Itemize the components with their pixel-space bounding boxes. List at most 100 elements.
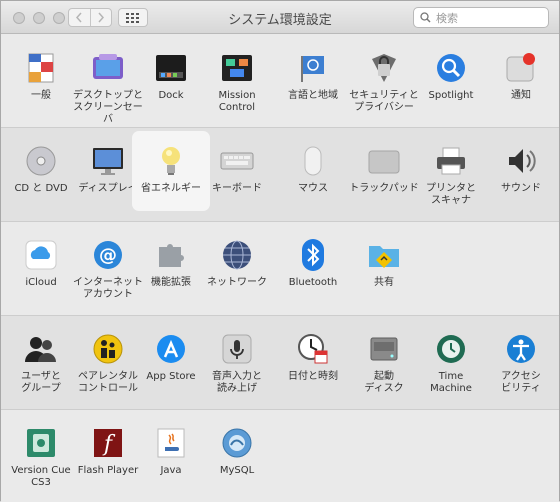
section-divider [1, 315, 559, 316]
pref-pane-label: Time Machine [430, 371, 472, 394]
section-divider [1, 409, 559, 410]
pref-pane-label: Spotlight [428, 90, 474, 101]
section-divider [1, 127, 559, 128]
zoom-window-button[interactable] [53, 12, 65, 24]
pref-pane-label: 共有 [374, 277, 394, 288]
pref-pane-label: Java [160, 465, 182, 476]
spotlight-icon [434, 51, 468, 85]
pref-pane-dictation-speech[interactable]: 音声入力と 読み上げ [199, 332, 275, 395]
pref-pane-printer[interactable]: プリンタと スキャナ [413, 144, 489, 207]
pref-pane-label: 機能拡張 [151, 277, 191, 288]
display-icon [91, 144, 125, 178]
preferences-section: ユーザと グループ ペアレンタル コントロール App Store 音声入力と 読み上… [1, 315, 559, 409]
sound-icon [504, 144, 538, 178]
pref-pane-bluetooth[interactable]: Bluetooth [275, 238, 351, 289]
pref-pane-label: MySQL [219, 465, 255, 476]
pref-pane-startup-disk[interactable]: 起動 ディスク [346, 332, 422, 395]
pref-pane-label: 起動 ディスク [364, 371, 404, 394]
pref-pane-users-groups[interactable]: ユーザと グループ [3, 332, 79, 395]
pref-pane-extensions[interactable]: 機能拡張 [133, 238, 209, 289]
pref-pane-mission-control[interactable]: Mission Control [199, 51, 275, 114]
show-all-button[interactable] [118, 8, 148, 27]
minimize-window-button[interactable] [33, 12, 45, 24]
pref-pane-label: 言語と地域 [288, 90, 338, 101]
pref-pane-app-store[interactable]: App Store [133, 332, 209, 383]
pref-pane-mysql[interactable]: MySQL [199, 426, 275, 477]
security-icon [367, 51, 401, 85]
pref-pane-dock[interactable]: Dock [133, 51, 209, 102]
sharing-icon [367, 238, 401, 272]
svg-text:@: @ [99, 245, 117, 266]
pref-pane-label: Bluetooth [288, 277, 338, 288]
section-divider [1, 221, 559, 222]
extensions-icon [154, 238, 188, 272]
pref-pane-icloud[interactable]: iCloud [3, 238, 79, 289]
back-button[interactable] [69, 9, 90, 26]
pref-pane-trackpad[interactable]: トラックパッド [346, 144, 422, 195]
pref-pane-label: サウンド [501, 183, 541, 194]
pref-pane-accessibility[interactable]: アクセシ ビリティ [483, 332, 559, 395]
pref-pane-label: 一般 [31, 90, 51, 101]
pref-pane-label: App Store [146, 371, 196, 382]
pref-pane-label: 日付と時刻 [288, 371, 338, 382]
pref-pane-label: ユーザと グループ [21, 371, 61, 394]
dictation-speech-icon [220, 332, 254, 366]
pref-pane-label: 通知 [511, 90, 531, 101]
search-field[interactable]: 検索 [413, 7, 549, 28]
pref-pane-cd-dvd[interactable]: CD と DVD [3, 144, 79, 195]
pref-pane-label: CD と DVD [14, 183, 68, 194]
pref-pane-label: 省エネルギー [141, 183, 201, 194]
system-preferences-window: システム環境設定 検索 一般 デスクトップと スクリーンセーバ Dock Missio… [0, 0, 560, 502]
title-bar: システム環境設定 検索 [1, 1, 559, 34]
mission-control-icon [220, 51, 254, 85]
parental-controls-icon [91, 332, 125, 366]
pref-pane-energy-saver[interactable]: 省エネルギー [133, 144, 209, 195]
preferences-section: CD と DVD ディスプレイ 省エネルギー キーボード マウス トラックパッド プリンタと… [1, 127, 559, 221]
preferences-section: iCloud @ インターネット アカウント 機能拡張 ネットワーク Bluetooth 共… [1, 221, 559, 315]
time-machine-icon [434, 332, 468, 366]
chevron-left-icon [76, 12, 82, 23]
pref-pane-label: 音声入力と 読み上げ [212, 371, 262, 394]
flash-player-icon: f [91, 426, 125, 460]
pref-pane-mouse[interactable]: マウス [275, 144, 351, 195]
pref-pane-security[interactable]: セキュリティと プライバシー [346, 51, 422, 114]
pref-pane-language-region[interactable]: 言語と地域 [275, 51, 351, 102]
pref-pane-label: iCloud [25, 277, 57, 288]
pref-pane-general[interactable]: 一般 [3, 51, 79, 102]
pref-pane-version-cue[interactable]: Version Cue CS3 [3, 426, 79, 489]
pref-pane-spotlight[interactable]: Spotlight [413, 51, 489, 102]
app-store-icon [154, 332, 188, 366]
preferences-content: 一般 デスクトップと スクリーンセーバ Dock Mission Control 言語と… [1, 34, 559, 502]
pref-pane-network[interactable]: ネットワーク [199, 238, 275, 289]
navigation-buttons [68, 8, 112, 27]
close-window-button[interactable] [13, 12, 25, 24]
pref-pane-sharing[interactable]: 共有 [346, 238, 422, 289]
search-placeholder: 検索 [436, 11, 458, 25]
forward-button[interactable] [89, 9, 112, 26]
pref-pane-time-machine[interactable]: Time Machine [413, 332, 489, 395]
chevron-right-icon [98, 12, 104, 23]
printer-icon [434, 144, 468, 178]
search-icon [420, 12, 431, 23]
pref-pane-notifications[interactable]: 通知 [483, 51, 559, 102]
pref-pane-date-time[interactable]: 日付と時刻 [275, 332, 351, 383]
bluetooth-icon [296, 238, 330, 272]
pref-pane-label: ネットワーク [207, 277, 267, 288]
pref-pane-label: プリンタと スキャナ [426, 183, 476, 206]
java-icon [154, 426, 188, 460]
pref-pane-label: Mission Control [218, 90, 256, 113]
pref-pane-label: アクセシ ビリティ [501, 371, 541, 394]
pref-pane-label: Dock [158, 90, 184, 101]
pref-pane-keyboard[interactable]: キーボード [199, 144, 275, 195]
preferences-section: 一般 デスクトップと スクリーンセーバ Dock Mission Control 言語と… [1, 34, 559, 127]
keyboard-icon [220, 144, 254, 178]
pref-pane-label: マウス [298, 183, 328, 194]
pref-pane-label: セキュリティと プライバシー [349, 90, 419, 113]
date-time-icon [296, 332, 330, 366]
pref-pane-java[interactable]: Java [133, 426, 209, 477]
pref-pane-sound[interactable]: サウンド [483, 144, 559, 195]
network-icon [220, 238, 254, 272]
mysql-icon [220, 426, 254, 460]
users-groups-icon [24, 332, 58, 366]
mouse-icon [296, 144, 330, 178]
